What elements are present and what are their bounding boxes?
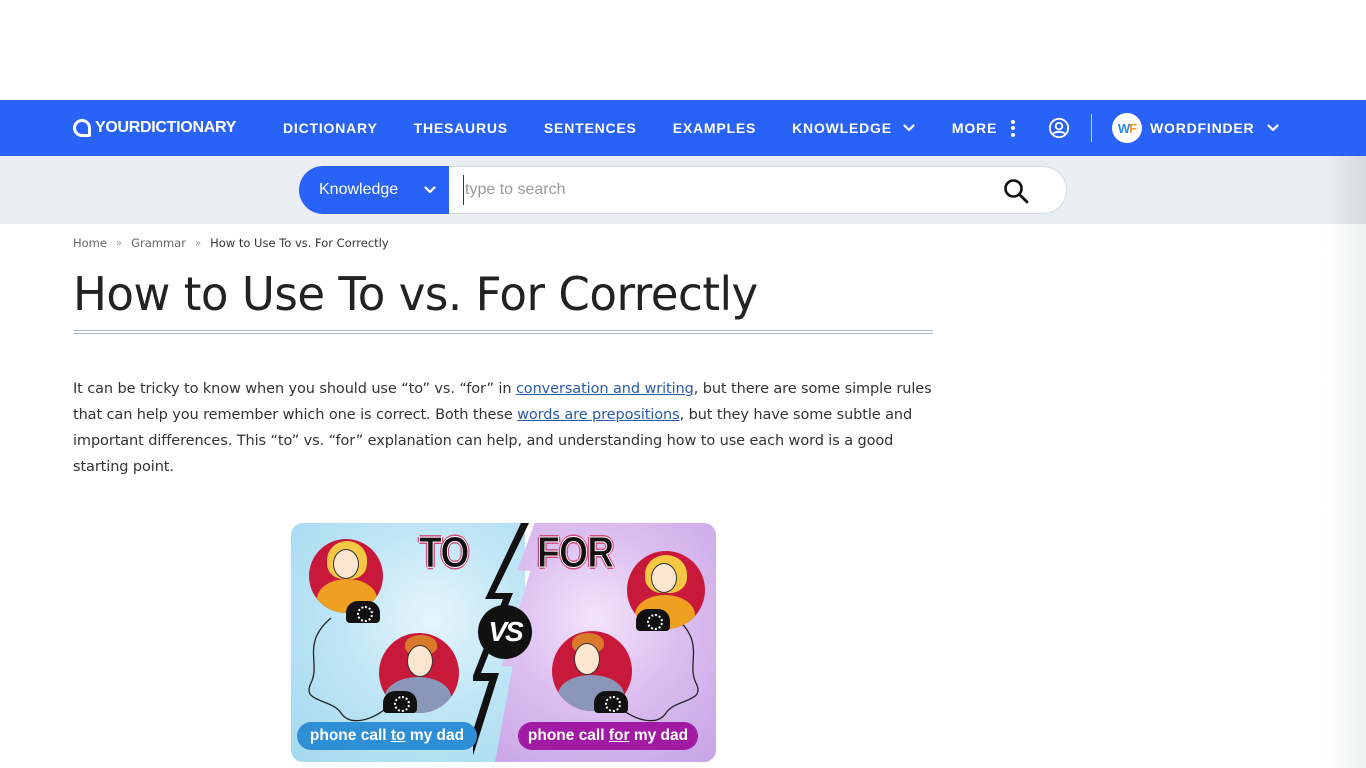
breadcrumb: Home » Grammar » How to Use To vs. For C… — [73, 224, 1366, 250]
label-text: my dad — [633, 727, 689, 744]
wf-w: W — [1117, 120, 1130, 136]
search-icon[interactable] — [1002, 177, 1030, 205]
wordfinder-menu[interactable]: WORDFINDER — [1150, 120, 1280, 136]
figure-label-for: phone call for my dad — [518, 722, 698, 750]
top-navbar: YOURDICTIONARY DICTIONARY THESAURUS SENT… — [0, 100, 1366, 156]
breadcrumb-separator: » — [115, 237, 123, 249]
logo-text: YOURDICTIONARY — [95, 119, 236, 136]
figure-label-to: phone call to my dad — [297, 722, 477, 750]
phone-icon — [594, 691, 628, 713]
link-words-are-prepositions[interactable]: words are prepositions — [517, 407, 680, 423]
chevron-down-icon — [903, 124, 915, 132]
site-logo[interactable]: YOURDICTIONARY — [73, 119, 283, 137]
page-title: How to Use To vs. For Correctly — [73, 267, 758, 321]
main-nav: DICTIONARY THESAURUS SENTENCES EXAMPLES … — [283, 119, 1051, 137]
search-category-select[interactable]: Knowledge — [299, 166, 449, 214]
nav-dictionary-label: DICTIONARY — [283, 120, 378, 136]
breadcrumb-home[interactable]: Home — [73, 236, 107, 250]
breadcrumb-grammar[interactable]: Grammar — [131, 236, 186, 250]
to-vs-for-illustration: TO FOR VS phone call to my dad phone cal… — [291, 523, 716, 762]
nav-more-label: MORE — [951, 120, 998, 136]
nav-examples[interactable]: EXAMPLES — [673, 120, 756, 136]
figure-word-to: TO — [419, 528, 470, 577]
article-content: Home » Grammar » How to Use To vs. For C… — [0, 224, 1366, 768]
phone-icon — [346, 601, 380, 623]
label-key-word: for — [608, 727, 630, 744]
nav-divider — [1091, 114, 1092, 142]
link-conversation-and-writing[interactable]: conversation and writing — [516, 381, 694, 397]
label-key-word: to — [390, 727, 406, 744]
wordfinder-logo[interactable]: WF — [1112, 113, 1142, 143]
chevron-down-icon — [424, 186, 436, 194]
vs-badge: VS — [478, 605, 532, 659]
nav-thesaurus-label: THESAURUS — [413, 120, 508, 136]
search-bar: Knowledge — [299, 166, 1067, 214]
breadcrumb-separator: » — [194, 237, 202, 249]
user-circle-icon[interactable] — [1048, 117, 1070, 139]
phone-icon — [636, 609, 670, 631]
nav-examples-label: EXAMPLES — [672, 120, 757, 136]
nav-more[interactable]: MORE — [951, 119, 1016, 137]
nav-dictionary[interactable]: DICTIONARY — [283, 120, 378, 136]
nav-knowledge-label: KNOWLEDGE — [792, 120, 892, 136]
breadcrumb-current: How to Use To vs. For Correctly — [210, 236, 389, 250]
label-text: phone call — [527, 727, 605, 744]
wf-f: F — [1129, 120, 1137, 136]
label-text: phone call — [309, 727, 387, 744]
nav-right: WF WORDFINDER — [1048, 100, 1280, 156]
top-ad-space — [0, 0, 1366, 100]
intro-paragraph: It can be tricky to know when you should… — [73, 376, 933, 480]
phone-icon — [383, 691, 417, 713]
search-input[interactable] — [463, 175, 983, 205]
nav-knowledge[interactable]: KNOWLEDGE — [792, 120, 916, 136]
chevron-down-icon — [1267, 124, 1280, 132]
label-text: my dad — [409, 727, 465, 744]
title-divider — [73, 330, 933, 334]
figure-word-for: FOR — [537, 528, 615, 577]
search-band: Knowledge — [0, 156, 1366, 224]
search-category-label: Knowledge — [319, 181, 399, 198]
intro-text-1: It can be tricky to know when you should… — [73, 381, 516, 397]
vertical-dots-icon — [1011, 119, 1016, 137]
wordfinder-label: WORDFINDER — [1150, 120, 1255, 136]
nav-sentences[interactable]: SENTENCES — [544, 120, 637, 136]
nav-thesaurus[interactable]: THESAURUS — [414, 120, 508, 136]
nav-sentences-label: SENTENCES — [543, 120, 637, 136]
logo-mark-icon — [73, 119, 91, 137]
search-input-wrap — [449, 166, 1067, 214]
